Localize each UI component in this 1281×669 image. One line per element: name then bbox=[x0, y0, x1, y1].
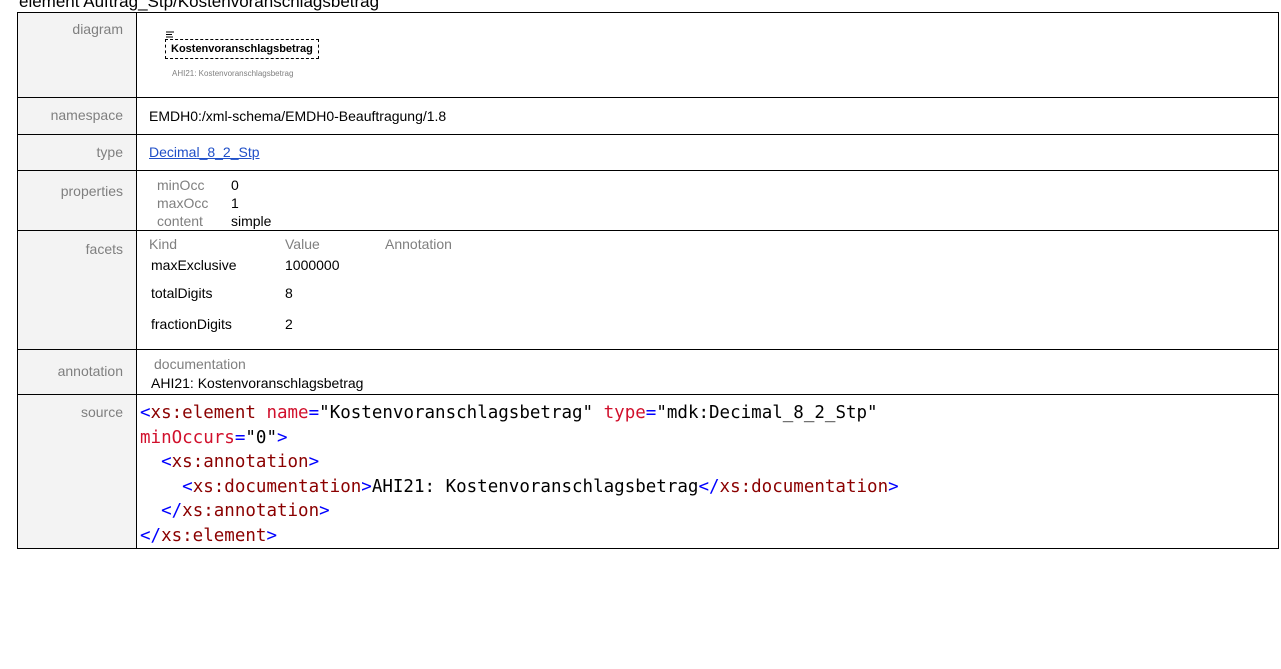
documentation-lines-icon bbox=[166, 31, 174, 38]
xml-bracket: > bbox=[888, 476, 899, 497]
facet-kind: maxExclusive bbox=[151, 257, 237, 273]
facets-header-annotation: Annotation bbox=[385, 236, 452, 252]
diagram-row: diagram Kostenvoranschlagsbetrag AHI21: … bbox=[17, 12, 1279, 98]
xml-tag-name: xs:element bbox=[150, 403, 256, 423]
xml-eq: = bbox=[308, 403, 320, 423]
diagram-element-box[interactable]: Kostenvoranschlagsbetrag bbox=[165, 39, 319, 59]
properties-grid: minOcc 0 maxOcc 1 content simple bbox=[149, 171, 1278, 230]
xml-bracket: > bbox=[266, 525, 277, 546]
facets-header-value: Value bbox=[285, 236, 320, 252]
source-row: source <xs:element name="Kostenvoranschl… bbox=[17, 394, 1279, 549]
type-label-cell: type bbox=[17, 134, 137, 171]
xml-attr-minoccurs-value: "0" bbox=[245, 427, 277, 448]
facet-row-maxexclusive: maxExclusive 1000000 bbox=[149, 253, 1278, 277]
namespace-row: namespace EMDH0:/xml-schema/EMDH0-Beauft… bbox=[17, 97, 1279, 135]
facets-cell: Kind Value Annotation maxExclusive 10000… bbox=[136, 230, 1279, 350]
annotation-cell: documentation AHI21: Kostenvoranschlagsb… bbox=[136, 349, 1279, 395]
annotation-key: documentation bbox=[154, 356, 246, 372]
xml-attr-value: "Kostenvoranschlagsbetrag" bbox=[319, 403, 594, 423]
xml-attr-type: type bbox=[603, 403, 646, 423]
properties-label-cell: properties bbox=[17, 170, 137, 231]
prop-key-content: content bbox=[157, 213, 203, 229]
facet-annotation bbox=[385, 277, 1278, 310]
properties-table: diagram Kostenvoranschlagsbetrag AHI21: … bbox=[17, 12, 1279, 549]
source-label: source bbox=[80, 404, 123, 420]
facet-kind: fractionDigits bbox=[151, 316, 232, 332]
namespace-cell: EMDH0:/xml-schema/EMDH0-Beauftragung/1.8 bbox=[136, 97, 1279, 135]
xml-bracket: </ bbox=[698, 476, 720, 497]
xml-tag-name: xs:documentation bbox=[719, 476, 889, 497]
annotation-value: AHI21: Kostenvoranschlagsbetrag bbox=[151, 375, 364, 391]
xml-attr-minoccurs: minOccurs bbox=[140, 427, 235, 448]
facet-value: 1000000 bbox=[285, 257, 340, 273]
xml-tag-name: xs:annotation bbox=[171, 452, 309, 472]
facets-header-kind: Kind bbox=[149, 236, 178, 252]
properties-label: properties bbox=[60, 183, 123, 199]
type-link[interactable]: Decimal_8_2_Stp bbox=[149, 144, 260, 160]
xml-bracket: </ bbox=[161, 501, 183, 521]
source-cell: <xs:element name="Kostenvoranschlagsbetr… bbox=[136, 394, 1279, 549]
namespace-label-cell: namespace bbox=[17, 97, 137, 135]
type-row: type Decimal_8_2_Stp bbox=[17, 134, 1279, 171]
facets-label: facets bbox=[85, 241, 123, 257]
source-code: <xs:element name="Kostenvoranschlagsbetr… bbox=[137, 395, 1278, 548]
diagram-caption: AHI21: Kostenvoranschlagsbetrag bbox=[172, 69, 294, 78]
diagram-label: diagram bbox=[72, 21, 123, 37]
facets-header: Kind Value Annotation bbox=[149, 231, 1278, 253]
annotation-content: documentation AHI21: Kostenvoranschlagsb… bbox=[149, 350, 1278, 393]
facets-label-cell: facets bbox=[17, 230, 137, 350]
xml-attr-type-value: "mdk:Decimal_8_2_Stp" bbox=[656, 403, 878, 423]
facet-annotation bbox=[385, 253, 1278, 277]
facet-row-totaldigits: totalDigits 8 bbox=[149, 277, 1278, 310]
xml-bracket: < bbox=[182, 476, 193, 497]
prop-val-minocc: 0 bbox=[231, 177, 239, 193]
prop-val-content: simple bbox=[231, 213, 272, 229]
xml-attr-name: name bbox=[266, 403, 309, 423]
xml-eq: = bbox=[234, 427, 246, 448]
facets-row: facets Kind Value Annotation maxExclusiv… bbox=[17, 230, 1279, 350]
properties-row: properties minOcc 0 maxOcc 1 content sim… bbox=[17, 170, 1279, 231]
xml-tag-name: xs:element bbox=[161, 525, 267, 546]
diagram-cell: Kostenvoranschlagsbetrag AHI21: Kostenvo… bbox=[136, 12, 1279, 98]
xml-bracket: < bbox=[161, 452, 172, 472]
annotation-row: annotation documentation AHI21: Kostenvo… bbox=[17, 349, 1279, 395]
xml-bracket: </ bbox=[140, 525, 162, 546]
xml-bracket: > bbox=[276, 427, 288, 448]
facet-value: 2 bbox=[285, 316, 293, 332]
xml-bracket: < bbox=[140, 403, 151, 423]
prop-key-minocc: minOcc bbox=[157, 177, 205, 193]
xml-tag-name: xs:annotation bbox=[182, 501, 320, 521]
diagram-label-cell: diagram bbox=[17, 12, 137, 98]
namespace-value: EMDH0:/xml-schema/EMDH0-Beauftragung/1.8 bbox=[149, 108, 447, 124]
annotation-label-cell: annotation bbox=[17, 349, 137, 395]
xml-bracket: > bbox=[308, 452, 320, 472]
annotation-label: annotation bbox=[57, 363, 123, 379]
facet-value: 8 bbox=[285, 285, 293, 301]
xml-bracket: > bbox=[361, 476, 372, 497]
diagram-figure: Kostenvoranschlagsbetrag AHI21: Kostenvo… bbox=[149, 13, 1278, 97]
xml-text: AHI21: Kostenvoranschlagsbetrag bbox=[371, 476, 699, 497]
type-cell: Decimal_8_2_Stp bbox=[136, 134, 1279, 171]
prop-val-maxocc: 1 bbox=[231, 195, 239, 211]
source-label-cell: source bbox=[17, 394, 137, 549]
namespace-label: namespace bbox=[50, 107, 123, 123]
facet-kind: totalDigits bbox=[151, 285, 213, 301]
type-label: type bbox=[96, 144, 123, 160]
xml-eq: = bbox=[645, 403, 657, 423]
properties-cell: minOcc 0 maxOcc 1 content simple bbox=[136, 170, 1279, 231]
prop-key-maxocc: maxOcc bbox=[157, 195, 209, 211]
xml-bracket: > bbox=[319, 501, 330, 521]
xml-tag-name: xs:documentation bbox=[192, 476, 362, 497]
facet-annotation bbox=[385, 310, 1278, 338]
facet-row-fractiondigits: fractionDigits 2 bbox=[149, 310, 1278, 338]
